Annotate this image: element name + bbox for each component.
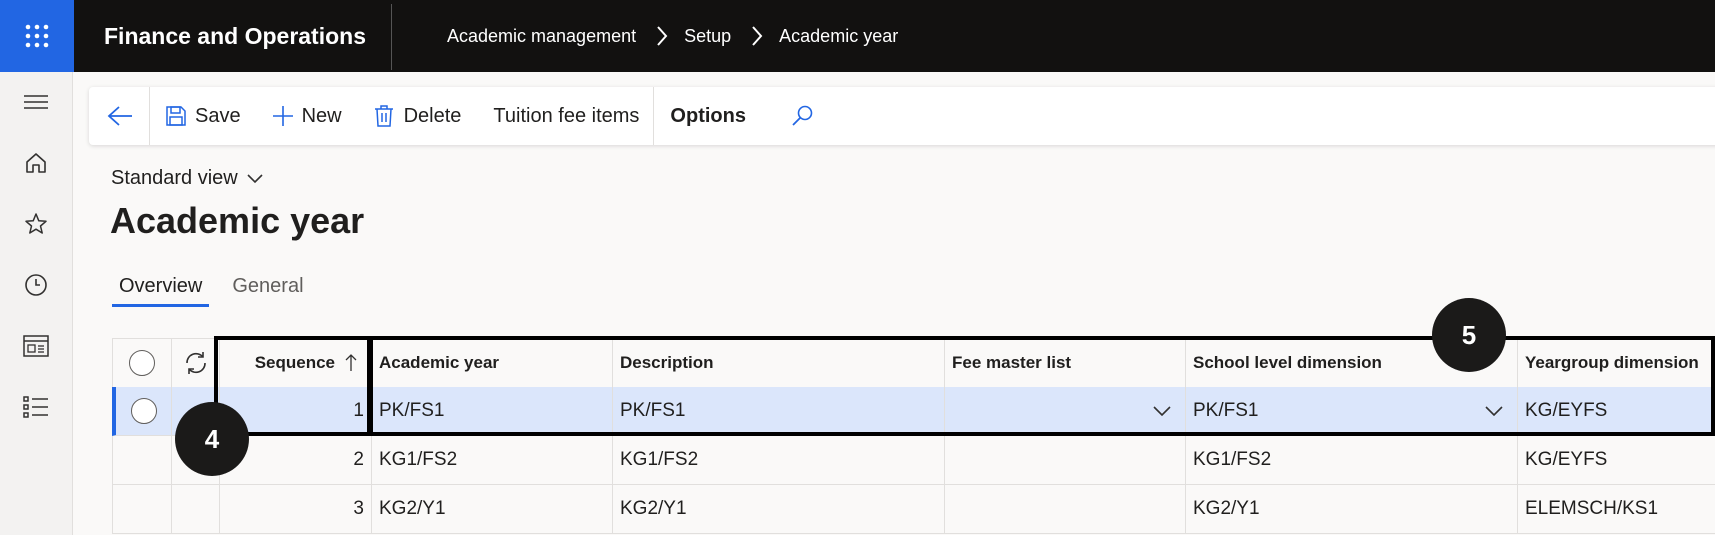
hamburger-menu-button[interactable] [21,87,51,117]
academic-year-cell[interactable]: PK/FS1 [372,387,613,436]
tab-general[interactable]: General [225,275,310,307]
action-pane: Save New Delete Tuition fee items Option… [89,87,1715,145]
header-divider [391,4,392,70]
save-label: Save [195,104,241,127]
column-header-fee-master-list[interactable]: Fee master list [945,339,1186,388]
delete-label: Delete [403,104,462,127]
fee-master-list-dropdown[interactable] [945,387,1186,436]
app-title[interactable]: Finance and Operations [104,0,366,72]
list-icon [23,396,48,418]
refresh-button[interactable] [172,339,220,388]
yeargroup-dimension-cell[interactable]: ELEMSCH/KS1 [1518,485,1715,534]
save-icon [166,106,186,126]
column-header-description[interactable]: Description [613,339,945,388]
page-title: Academic year [110,200,365,241]
description-cell[interactable]: KG2/Y1 [613,485,945,534]
table-row[interactable]: 2 KG1/FS2 KG1/FS2 KG1/FS2 KG/EYFS [112,436,1715,485]
tuition-fee-items-label: Tuition fee items [493,104,640,127]
row-select-checkbox[interactable] [112,387,172,436]
arrow-left-icon [107,106,132,126]
app-launcher-button[interactable] [0,0,74,72]
yeargroup-dimension-cell[interactable]: KG/EYFS [1518,387,1715,436]
clock-icon [25,274,47,296]
table-row[interactable]: 3 KG2/Y1 KG2/Y1 KG2/Y1 ELEMSCH/KS1 [112,485,1715,534]
callout-badge: 4 [175,402,249,476]
column-header-yeargroup-dimension[interactable]: Yeargroup dimension [1518,339,1715,388]
school-level-dimension-dropdown[interactable]: PK/FS1 [1186,387,1518,436]
breadcrumb-item-academic-management[interactable]: Academic management [447,26,636,47]
star-icon [25,213,47,234]
view-selector[interactable]: Standard view [111,167,263,190]
chevron-right-icon [656,25,668,47]
yeargroup-dimension-cell[interactable]: KG/EYFS [1518,436,1715,485]
select-all-radio [129,350,155,376]
nav-recent[interactable] [21,270,51,300]
sequence-cell[interactable]: 3 [220,485,372,534]
tuition-fee-items-button[interactable]: Tuition fee items [477,87,653,145]
column-header-academic-year[interactable]: Academic year [372,339,613,388]
row-spacer-cell [172,485,220,534]
breadcrumb-item-academic-year[interactable]: Academic year [779,26,898,47]
column-header-sequence-label: Sequence [254,353,335,372]
top-bar: Finance and Operations Academic manageme… [0,0,1715,72]
fee-master-list-cell[interactable] [945,485,1186,534]
callout-badge: 5 [1432,298,1506,372]
row-select-radio [130,398,157,424]
trash-icon [374,105,393,127]
new-label: New [301,104,342,127]
nav-modules[interactable] [21,392,51,422]
back-button[interactable] [89,87,149,145]
waffle-icon [25,24,49,48]
row-select-cell[interactable] [112,485,172,534]
description-cell[interactable]: KG1/FS2 [613,436,945,485]
search-icon [792,105,813,126]
academic-year-cell[interactable]: KG2/Y1 [372,485,613,534]
refresh-icon [185,352,206,374]
school-level-dimension-cell[interactable]: KG2/Y1 [1186,485,1518,534]
workspace-icon [23,335,49,357]
delete-button[interactable]: Delete [358,87,478,145]
row-select-cell[interactable] [112,436,172,485]
search-button[interactable] [780,87,824,145]
chevron-down-icon [247,173,263,183]
new-button[interactable]: New [257,87,358,145]
home-icon [26,153,46,173]
description-cell[interactable]: PK/FS1 [613,387,945,436]
left-navigation [0,72,73,535]
chevron-down-icon [1485,406,1503,416]
breadcrumb-item-setup[interactable]: Setup [684,26,731,47]
tab-strip: Overview General [112,275,327,307]
column-header-sequence[interactable]: Sequence [220,339,372,388]
school-level-dimension-cell[interactable]: KG1/FS2 [1186,436,1518,485]
breadcrumb: Academic management Setup Academic year [447,0,898,72]
fee-master-list-cell[interactable] [945,436,1186,485]
nav-home[interactable] [21,148,51,178]
view-selector-label: Standard view [111,167,238,189]
tab-overview[interactable]: Overview [112,275,210,307]
hamburger-icon [24,95,48,109]
chevron-down-icon [1153,406,1171,416]
save-button[interactable]: Save [150,87,257,145]
nav-favorites[interactable] [21,209,51,239]
academic-year-cell[interactable]: KG1/FS2 [372,436,613,485]
options-label: Options [670,104,746,127]
table-row[interactable]: 1 PK/FS1 PK/FS1 PK/FS1 KG/EYFS [112,387,1715,436]
school-level-dimension-value: PK/FS1 [1193,400,1259,421]
select-all-checkbox[interactable] [112,339,172,388]
sort-ascending-icon [345,354,357,371]
nav-workspaces[interactable] [21,331,51,361]
chevron-right-icon [751,25,763,47]
plus-icon [272,106,293,126]
options-tab[interactable]: Options [654,87,780,145]
